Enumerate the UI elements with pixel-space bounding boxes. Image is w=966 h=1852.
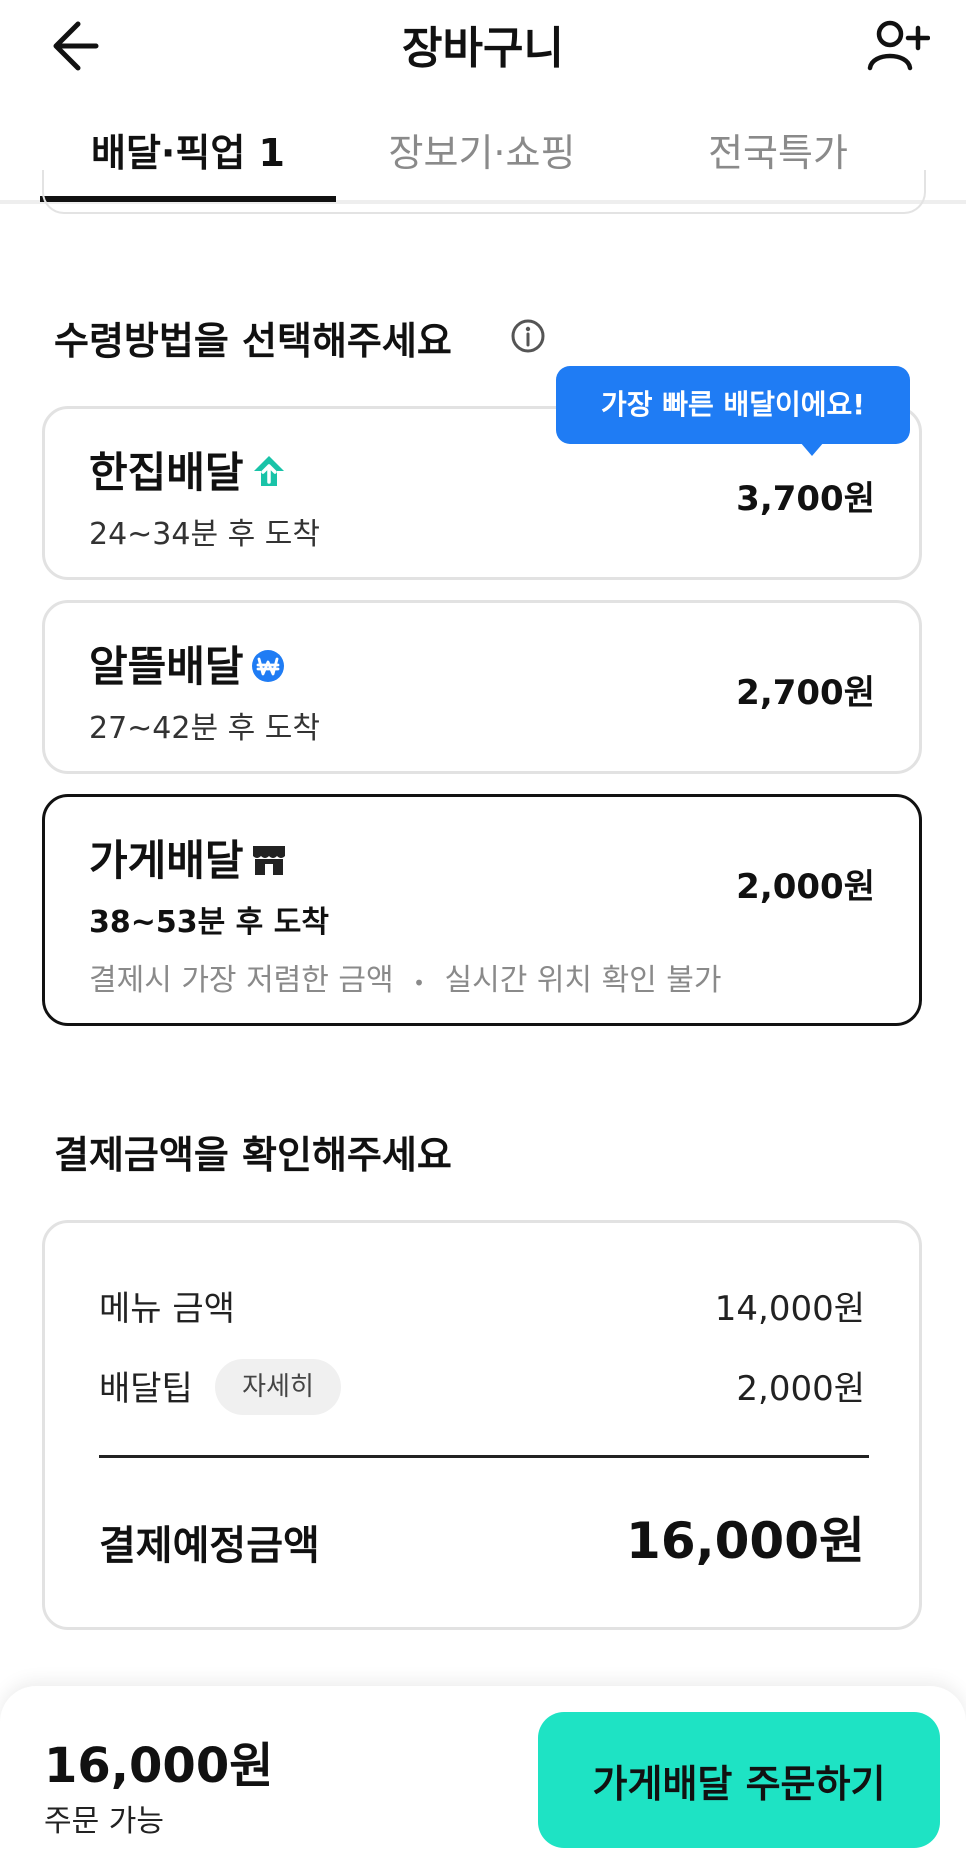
bottom-order-bar: 16,000원 주문 가능 가게배달 주문하기 [0,1686,966,1852]
option-time: 27~42분 후 도착 [89,711,320,746]
option-name: 가게배달 [89,827,288,888]
delivery-option-store[interactable]: 가게배달 38~53분 후 도착 2,000원 결제시 가장 저렴한 금액 • … [42,794,922,1026]
option-price: 2,000원 [736,867,875,907]
option-time: 38~53분 후 도착 [89,905,329,940]
payment-title: 결제금액을 확인해주세요 [54,1133,452,1177]
option-note: 결제시 가장 저렴한 금액 • 실시간 위치 확인 불가 [89,955,722,999]
delivery-option-economy[interactable]: 알뜰배달 27~42분 후 도착 2,700원 [42,600,922,774]
app-header: 장바구니 [0,0,966,86]
note-no-tracking: 실시간 위치 확인 불가 [444,963,722,998]
total-amount-value: 16,000원 [626,1512,865,1570]
note-separator: • [413,971,425,995]
total-amount-label: 결제예정금액 [99,1523,320,1569]
tab-national-special[interactable]: 전국특가 [630,122,926,177]
menu-amount-value: 14,000원 [714,1289,865,1329]
summary-divider [99,1455,869,1458]
tab-delivery-pickup[interactable]: 배달·픽업 1 [40,122,336,177]
tip-detail-button[interactable]: 자세히 [215,1359,341,1415]
note-cheapest: 결제시 가장 저렴한 금액 [89,963,394,998]
order-status: 주문 가능 [44,1804,164,1839]
previous-card-edge [42,170,926,214]
option-price: 2,700원 [736,673,875,713]
receive-method-title: 수령방법을 선택해주세요 [54,319,452,363]
option-name-text: 한집배달 [89,448,244,497]
menu-amount-label: 메뉴 금액 [99,1289,235,1329]
delivery-tip-value: 2,000원 [736,1369,865,1409]
tooltip-tail [800,442,824,456]
add-user-icon[interactable] [866,14,931,74]
bottom-total-price: 16,000원 [44,1738,274,1794]
option-name: 알뜰배달 [89,633,286,694]
delivery-tip-label: 배달팁 [99,1369,193,1409]
info-icon[interactable] [510,318,546,354]
page-title: 장바구니 [402,23,564,74]
option-name-text: 가게배달 [89,836,244,885]
fastest-delivery-tooltip: 가장 빠른 배달이에요! [556,366,910,444]
option-price: 3,700원 [736,479,875,519]
option-name-text: 알뜰배달 [89,642,244,691]
payment-summary-card: 메뉴 금액 14,000원 배달팁 자세히 2,000원 결제예정금액 16,0… [42,1220,922,1630]
option-time: 24~34분 후 도착 [89,517,320,552]
won-coin-icon [250,645,286,694]
tab-grocery-shopping[interactable]: 장보기·쇼핑 [334,122,630,177]
order-button[interactable]: 가게배달 주문하기 [538,1712,940,1848]
store-icon [250,839,288,888]
option-name: 한집배달 [89,439,288,500]
house-up-icon [250,451,288,500]
